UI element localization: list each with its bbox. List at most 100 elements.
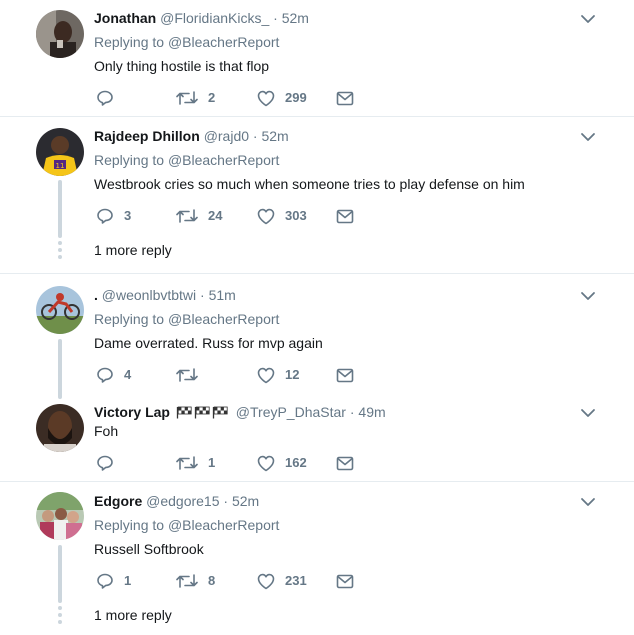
reply-count: 1 (124, 573, 132, 588)
user-handle[interactable]: @TreyP_DhaStar (236, 404, 346, 420)
timestamp[interactable]: 52m (232, 493, 259, 509)
like-icon (257, 455, 275, 472)
divider (0, 116, 634, 117)
like-button[interactable]: 303 (257, 206, 307, 226)
action-bar: 1 162 (96, 453, 376, 473)
more-replies-link[interactable]: 1 more reply (94, 606, 172, 624)
replying-to: Replying to @BleacherReport (94, 33, 279, 51)
message-button[interactable] (336, 88, 354, 108)
reply-header: Jonathan @FloridianKicks_ · 52m (94, 9, 309, 27)
replying-to: Replying to @BleacherReport (94, 310, 279, 328)
like-button[interactable]: 12 (257, 365, 299, 385)
reply-button[interactable] (96, 88, 124, 108)
message-button[interactable] (336, 571, 354, 591)
reply-icon (96, 454, 114, 472)
reply-button[interactable] (96, 453, 124, 473)
replying-to: Replying to @BleacherReport (94, 151, 279, 169)
message-icon (336, 368, 354, 383)
reply-icon (96, 572, 114, 590)
message-icon (336, 91, 354, 106)
separator-dot: · (252, 128, 258, 144)
retweet-count: 2 (208, 90, 216, 105)
user-handle[interactable]: @edgore15 (146, 493, 219, 509)
thread-line (58, 180, 62, 238)
message-button[interactable] (336, 206, 354, 226)
like-button[interactable]: 299 (257, 88, 307, 108)
chevron-down-icon[interactable] (580, 496, 596, 508)
reply-icon (96, 207, 114, 225)
like-count: 162 (285, 455, 307, 470)
action-bar: 4 12 (96, 365, 376, 385)
display-name[interactable]: Rajdeep Dhillon (94, 128, 200, 144)
thread-line (58, 545, 62, 603)
replying-to: Replying to @BleacherReport (94, 516, 279, 534)
reply-button[interactable]: 4 (96, 365, 131, 385)
timestamp[interactable]: 51m (209, 287, 236, 303)
reply-icon (96, 366, 114, 384)
retweet-button[interactable]: 2 (176, 88, 215, 108)
reply-count: 4 (124, 367, 132, 382)
timestamp[interactable]: 52m (282, 10, 309, 26)
reply-header: Edgore @edgore15 · 52m (94, 492, 259, 510)
avatar[interactable] (36, 492, 84, 540)
user-handle[interactable]: @weonlbvtbtwi (102, 287, 196, 303)
like-icon (257, 90, 275, 107)
display-name[interactable]: . (94, 287, 98, 303)
chevron-down-icon[interactable] (580, 131, 596, 143)
separator-dot: · (273, 10, 278, 26)
reply-header: . @weonlbvtbtwi · 51m (94, 286, 236, 304)
thread-dots-icon (57, 606, 63, 627)
mention-link[interactable]: @BleacherReport (168, 152, 280, 168)
retweet-icon (176, 573, 198, 589)
message-icon (336, 209, 354, 224)
retweet-button[interactable]: 8 (176, 571, 215, 591)
user-handle[interactable]: @FloridianKicks_ (160, 10, 269, 26)
like-button[interactable]: 162 (257, 453, 307, 473)
reply-feed: Jonathan @FloridianKicks_ · 52m Replying… (0, 0, 634, 635)
chevron-down-icon[interactable] (580, 13, 596, 25)
action-bar: 1 8 231 (96, 571, 376, 591)
more-replies-link[interactable]: 1 more reply (94, 241, 172, 259)
like-count: 299 (285, 90, 307, 105)
avatar[interactable] (36, 286, 84, 334)
reply-text: Russell Softbrook (94, 541, 204, 557)
avatar[interactable] (36, 10, 84, 58)
like-button[interactable]: 231 (257, 571, 307, 591)
reply-icon (96, 89, 114, 107)
retweet-button[interactable]: 24 (176, 206, 222, 226)
timestamp[interactable]: 49m (358, 404, 385, 420)
separator-dot: · (349, 404, 355, 420)
mention-link[interactable]: @BleacherReport (168, 34, 280, 50)
reply-button[interactable]: 3 (96, 206, 131, 226)
retweet-button[interactable] (176, 365, 208, 385)
like-count: 12 (285, 367, 300, 382)
like-count: 303 (285, 208, 307, 223)
separator-dot: · (223, 493, 229, 509)
replying-to-label: Replying to (94, 517, 165, 533)
like-icon (257, 208, 275, 225)
message-button[interactable] (336, 453, 354, 473)
avatar[interactable]: 11 (36, 128, 84, 176)
mention-link[interactable]: @BleacherReport (168, 517, 280, 533)
timestamp[interactable]: 52m (261, 128, 288, 144)
display-name[interactable]: Jonathan (94, 10, 156, 26)
retweet-count: 1 (208, 455, 216, 470)
chevron-down-icon[interactable] (580, 290, 596, 302)
display-name[interactable]: Victory Lap (94, 404, 170, 420)
message-icon (336, 574, 354, 589)
like-count: 231 (285, 573, 307, 588)
message-button[interactable] (336, 365, 354, 385)
retweet-icon (176, 455, 198, 471)
display-name[interactable]: Edgore (94, 493, 142, 509)
reply-button[interactable]: 1 (96, 571, 131, 591)
replying-to-label: Replying to (94, 311, 165, 327)
replying-to-label: Replying to (94, 34, 165, 50)
avatar[interactable] (36, 404, 84, 452)
user-handle[interactable]: @rajd0 (204, 128, 249, 144)
reply-text: Dame overrated. Russ for mvp again (94, 335, 323, 351)
retweet-button[interactable]: 1 (176, 453, 215, 473)
mention-link[interactable]: @BleacherReport (168, 311, 280, 327)
separator-dot: · (200, 287, 205, 303)
chevron-down-icon[interactable] (580, 407, 596, 419)
reply-count: 3 (124, 208, 132, 223)
